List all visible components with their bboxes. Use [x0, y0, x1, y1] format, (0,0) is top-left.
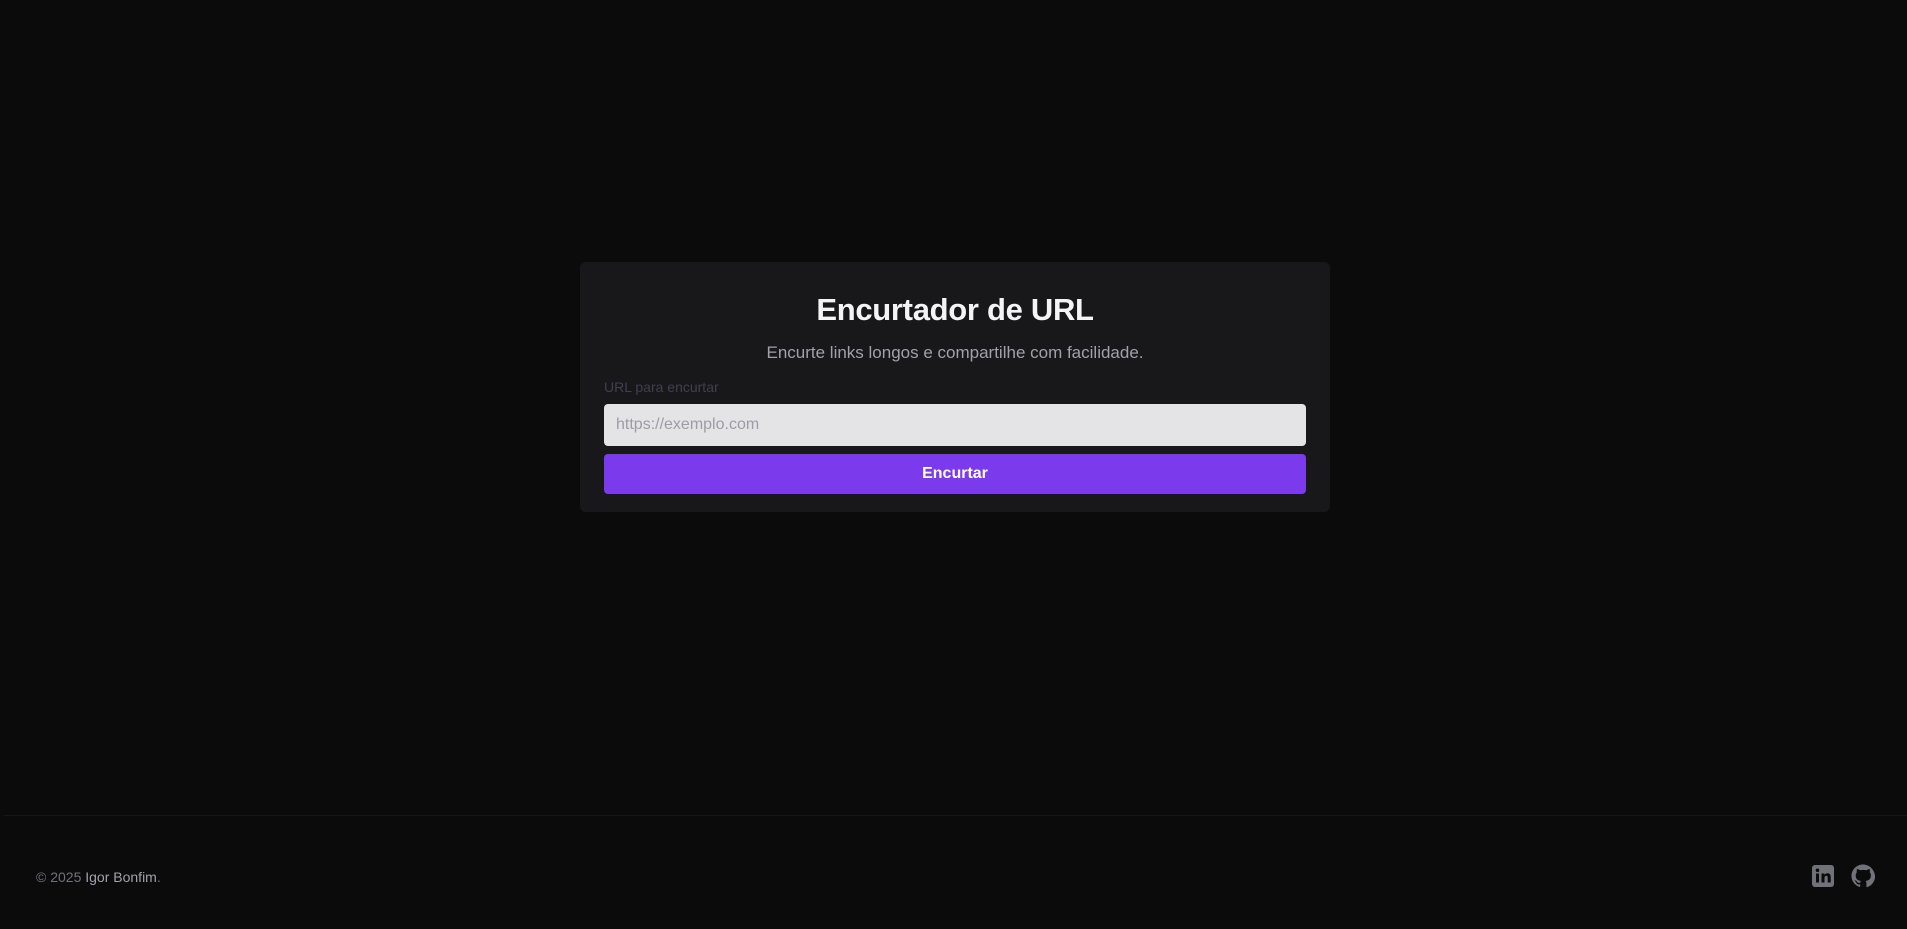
github-icon: [1851, 864, 1875, 888]
social-links: [1811, 864, 1875, 888]
footer: © 2025 Igor Bonfim.: [0, 816, 1907, 929]
shortener-card: Encurtador de URL Encurte links longos e…: [580, 262, 1330, 512]
shorten-button[interactable]: Encurtar: [604, 454, 1306, 494]
url-field-label: URL para encurtar: [604, 379, 719, 395]
linkedin-icon: [1812, 865, 1834, 887]
page-subtitle: Encurte links longos e compartilhe com f…: [766, 343, 1144, 362]
copyright-prefix: © 2025: [36, 869, 86, 885]
page-title: Encurtador de URL: [816, 292, 1094, 327]
author-name: Igor Bonfim: [85, 869, 157, 885]
github-link[interactable]: [1851, 864, 1875, 888]
copyright: © 2025 Igor Bonfim.: [36, 868, 161, 886]
linkedin-link[interactable]: [1811, 864, 1835, 888]
url-input[interactable]: [604, 404, 1306, 446]
page: Encurtador de URL Encurte links longos e…: [0, 0, 1907, 929]
copyright-suffix: .: [156, 869, 161, 885]
